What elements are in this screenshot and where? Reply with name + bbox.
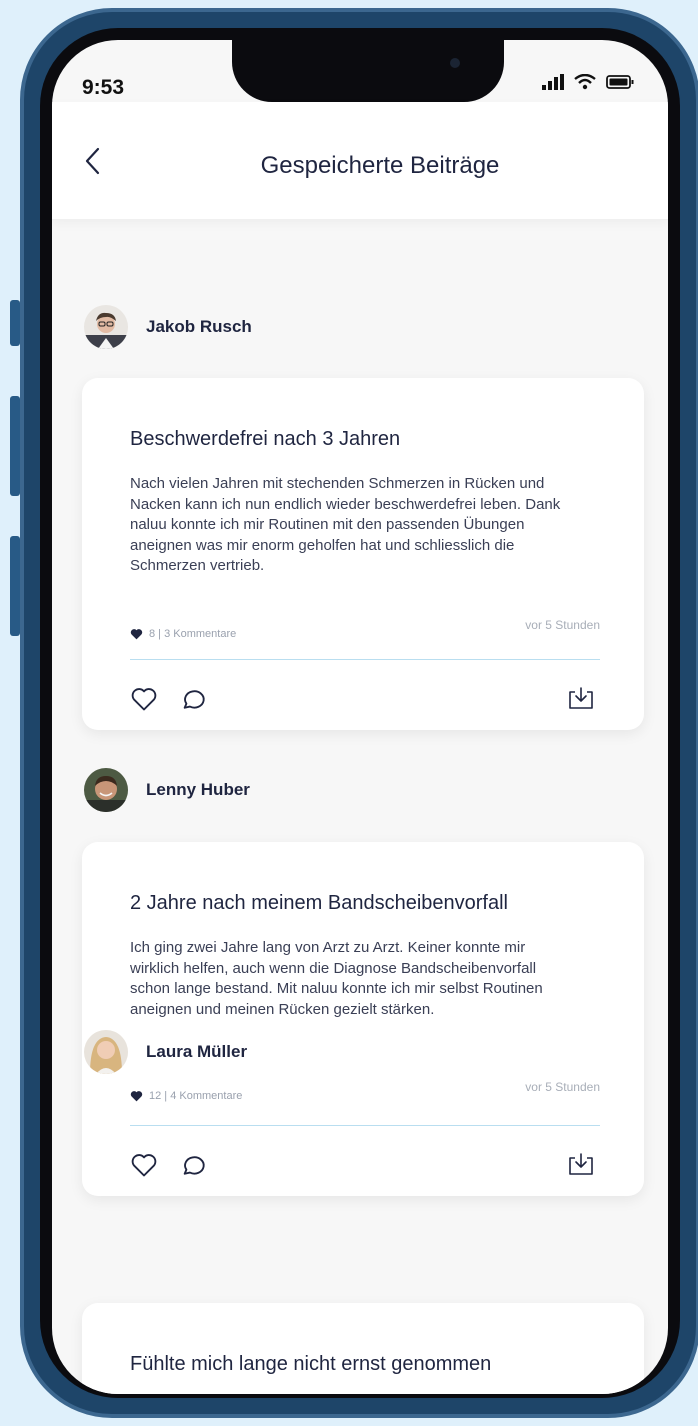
heart-outline-icon[interactable]: [130, 686, 158, 712]
post-title: Fühlte mich lange nicht ernst genommen: [130, 1353, 492, 1375]
avatar[interactable]: [84, 768, 128, 812]
battery-icon: [606, 75, 634, 89]
tray-download-icon[interactable]: [566, 1150, 596, 1178]
speech-bubble-icon[interactable]: [180, 686, 208, 712]
post-body: Ich ging zwei Jahre lang von Arzt zu Arz…: [130, 939, 543, 1018]
volume-up-button: [10, 396, 20, 496]
author-name[interactable]: Lenny Huber: [146, 780, 250, 800]
post-card[interactable]: 2 Jahre nach meinem Bandscheibenvorfall …: [82, 842, 644, 1196]
cellular-signal-icon: [542, 74, 564, 90]
heart-filled-icon: [130, 629, 143, 640]
author-row[interactable]: Jakob Rusch: [84, 305, 252, 349]
app-header: Gespeicherte Beiträge: [52, 102, 668, 220]
post-title: 2 Jahre nach meinem Bandscheibenvorfall: [130, 892, 508, 914]
avatar[interactable]: [84, 1030, 128, 1074]
post-card[interactable]: Fühlte mich lange nicht ernst genommen: [82, 1303, 644, 1394]
post-meta: 12 | 4 Kommentare: [130, 1090, 242, 1102]
card-divider: [130, 659, 600, 660]
volume-down-button: [10, 536, 20, 636]
author-row[interactable]: Lenny Huber: [84, 768, 250, 812]
phone-notch: [232, 40, 504, 102]
likes-comments-count: 12 | 4 Kommentare: [149, 1090, 243, 1102]
app-screen: 9:53 Gespeicherte Beiträge Jakob Rusch B…: [52, 40, 668, 1394]
status-time: 9:53: [82, 76, 125, 99]
post-card[interactable]: Beschwerdefrei nach 3 Jahren Nach vielen…: [82, 378, 644, 730]
speech-bubble-icon[interactable]: [180, 1152, 208, 1178]
author-row[interactable]: Laura Müller: [84, 1030, 247, 1074]
mute-switch: [10, 300, 20, 346]
page-title: Gespeicherte Beiträge: [260, 152, 500, 179]
author-name[interactable]: Jakob Rusch: [146, 317, 252, 337]
author-name[interactable]: Laura Müller: [146, 1042, 247, 1062]
post-body: Nach vielen Jahren mit stechenden Schmer…: [130, 475, 561, 575]
post-title: Beschwerdefrei nach 3 Jahren: [130, 428, 401, 450]
avatar[interactable]: [84, 305, 128, 349]
front-camera: [450, 58, 460, 68]
card-divider: [130, 1125, 600, 1126]
likes-comments-count: 8 | 3 Kommentare: [149, 628, 237, 640]
wifi-icon: [574, 74, 596, 90]
status-icons: [542, 74, 634, 90]
post-meta: 8 | 3 Kommentare: [130, 628, 236, 640]
post-timestamp: vor 5 Stunden: [525, 618, 600, 632]
heart-filled-icon: [130, 1091, 143, 1102]
heart-outline-icon[interactable]: [130, 1152, 158, 1178]
tray-download-icon[interactable]: [566, 684, 596, 712]
post-timestamp: vor 5 Stunden: [525, 1080, 600, 1094]
